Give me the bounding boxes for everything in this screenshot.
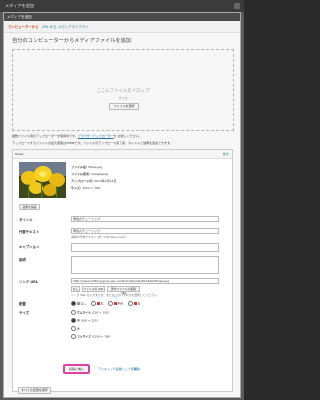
size-option-label: サイズ	[19, 311, 30, 315]
radio-dot-icon	[91, 301, 96, 306]
link-post-button[interactable]: 添付ファイルの投稿 URL	[107, 286, 140, 295]
tulips-thumbnail	[19, 162, 66, 198]
size-medium-dim: (300 × 225)	[80, 318, 98, 323]
file-header-name: Tulips	[15, 152, 24, 156]
align-label: 配置	[19, 302, 26, 306]
size-label: サイズ:	[71, 186, 82, 190]
filetype-value: image/jpeg	[91, 172, 109, 176]
link-url-label: リンク URL	[19, 280, 38, 284]
radio-dot-icon	[108, 301, 113, 306]
link-none-button[interactable]: なし	[71, 286, 80, 292]
drop-zone[interactable]: ここにファイルをドロップ または ファイルを選択	[12, 49, 234, 131]
align-center-radio[interactable]: 中央	[108, 301, 123, 306]
select-files-button[interactable]: ファイルを選択	[109, 103, 139, 110]
alt-input[interactable]: 黄色のチューリップ	[71, 228, 219, 234]
link-url-input[interactable]: http://www.mitblog.jp/su.wp-content/uplo…	[71, 278, 219, 284]
size-thumb-radio[interactable]: サムネイル (150 × 150)	[71, 310, 109, 315]
upload-date-row: アップロード日: 2014年2月14日	[71, 179, 117, 183]
alt-hint: 画像の代替テキスト (例: "The Mona Lisa")	[71, 235, 127, 239]
window-title: メディアを追加	[5, 3, 35, 8]
drop-title: ここにファイルをドロップ	[96, 89, 150, 94]
caption-input[interactable]	[71, 243, 219, 252]
size-full-label: フルサイズ	[77, 334, 91, 339]
align-none-radio[interactable]: なし	[71, 301, 86, 306]
media-dialog: メディアを追加 メディアを追加 コンピューターから URL から メディアライブ…	[0, 0, 244, 400]
browser-uploader-link[interactable]: ブラウザーアップローダー	[78, 134, 114, 138]
window-titlebar: メディアを追加	[0, 0, 244, 12]
filetype-row: ファイル形式: image/jpeg	[71, 172, 108, 176]
upload-date-value: 2014年2月14日	[94, 179, 117, 183]
uploader-note-prefix: 複数ファイル用のアップローダーを使用中です。	[12, 134, 78, 138]
close-icon[interactable]	[234, 3, 240, 9]
drop-or: または	[118, 96, 128, 100]
align-center-label: 中央	[117, 301, 124, 306]
tab-url[interactable]: URL から	[42, 24, 57, 29]
size-medium-radio[interactable]: 中 (300 × 225)	[71, 318, 98, 323]
use-as-featured-link[interactable]: アイキャッチ画像として使用	[98, 367, 137, 371]
upload-title: 自分のコンピューターからメディアファイルを追加	[12, 38, 131, 44]
size-row: サイズ: 1024 × 768	[71, 186, 100, 190]
filetype-label: ファイル形式:	[71, 172, 91, 176]
tab-library[interactable]: メディアライブラリ	[58, 24, 88, 29]
align-right-radio[interactable]: 右	[128, 301, 140, 306]
tab-bar: コンピューターから URL から メディアライブラリ	[4, 21, 240, 33]
delete-link[interactable]: 削除	[134, 367, 140, 371]
filename-value: Tulips.jpg	[88, 165, 103, 169]
tulips-image	[19, 162, 66, 198]
subheader: メディアを追加	[4, 13, 240, 21]
size-large-radio[interactable]: 大	[71, 326, 80, 331]
filename-row: ファイル名: Tulips.jpg	[71, 165, 102, 169]
size-large-label: 大	[77, 326, 80, 331]
media-panel: メディアを追加 コンピューターから URL から メディアライブラリ 自分のコン…	[3, 12, 241, 398]
file-item: Tulips 隠す ファイル名: Tulips.jpg ファイル形式: imag…	[12, 149, 233, 392]
edit-image-button[interactable]: 画像を編集	[19, 204, 40, 210]
radio-dot-icon	[71, 310, 76, 315]
description-input[interactable]	[71, 256, 219, 274]
size-full-radio[interactable]: フルサイズ (1024 × 768)	[71, 334, 111, 339]
link-hint: リンク URL を入力するか、または上のいずれかを選択してください。	[71, 293, 160, 297]
radio-dot-icon	[71, 301, 76, 306]
size-value: 1024 × 768	[82, 186, 100, 190]
filename-label: ファイル名:	[71, 165, 88, 169]
insert-into-post-button[interactable]: 投稿に挿入	[63, 364, 90, 374]
align-none-label: なし	[80, 301, 87, 306]
size-thumb-dim: (150 × 150)	[91, 310, 109, 315]
align-right-label: 右	[137, 301, 141, 306]
uploader-note: 複数ファイル用のアップローダーを使用中です。ブラウザーアップローダーを お試しく…	[12, 134, 142, 138]
save-all-changes-button[interactable]: すべての変更を保存	[18, 387, 51, 394]
max-size-note: アップロードするファイルの最大容量は50MBです。ファイルのアップロード完了後、…	[12, 141, 173, 145]
size-thumb-label: サムネイル	[77, 310, 91, 315]
uploader-note-suffix: を お試しください。	[113, 134, 142, 138]
radio-dot-icon	[71, 326, 76, 331]
hide-link[interactable]: 隠す	[223, 152, 229, 156]
file-header: Tulips 隠す	[13, 150, 232, 159]
title-label: タイトル	[19, 218, 33, 222]
radio-dot-icon	[128, 301, 133, 306]
description-label: 説明	[19, 258, 26, 262]
subheader-title: メディアを追加	[7, 15, 32, 19]
alt-label: 代替テキスト	[19, 230, 40, 234]
size-medium-label: 中	[77, 318, 80, 323]
tab-computer[interactable]: コンピューターから	[8, 24, 39, 29]
radio-dot-icon	[71, 318, 76, 323]
align-left-radio[interactable]: 左	[91, 301, 103, 306]
upload-date-label: アップロード日:	[71, 179, 94, 183]
caption-label: キャプション	[19, 245, 40, 249]
align-left-label: 左	[100, 301, 104, 306]
radio-dot-icon	[71, 334, 76, 339]
title-input[interactable]: 黄色のチューリップ	[71, 216, 219, 222]
size-full-dim: (1024 × 768)	[91, 334, 111, 339]
link-file-button[interactable]: ファイルの URL	[82, 286, 105, 292]
